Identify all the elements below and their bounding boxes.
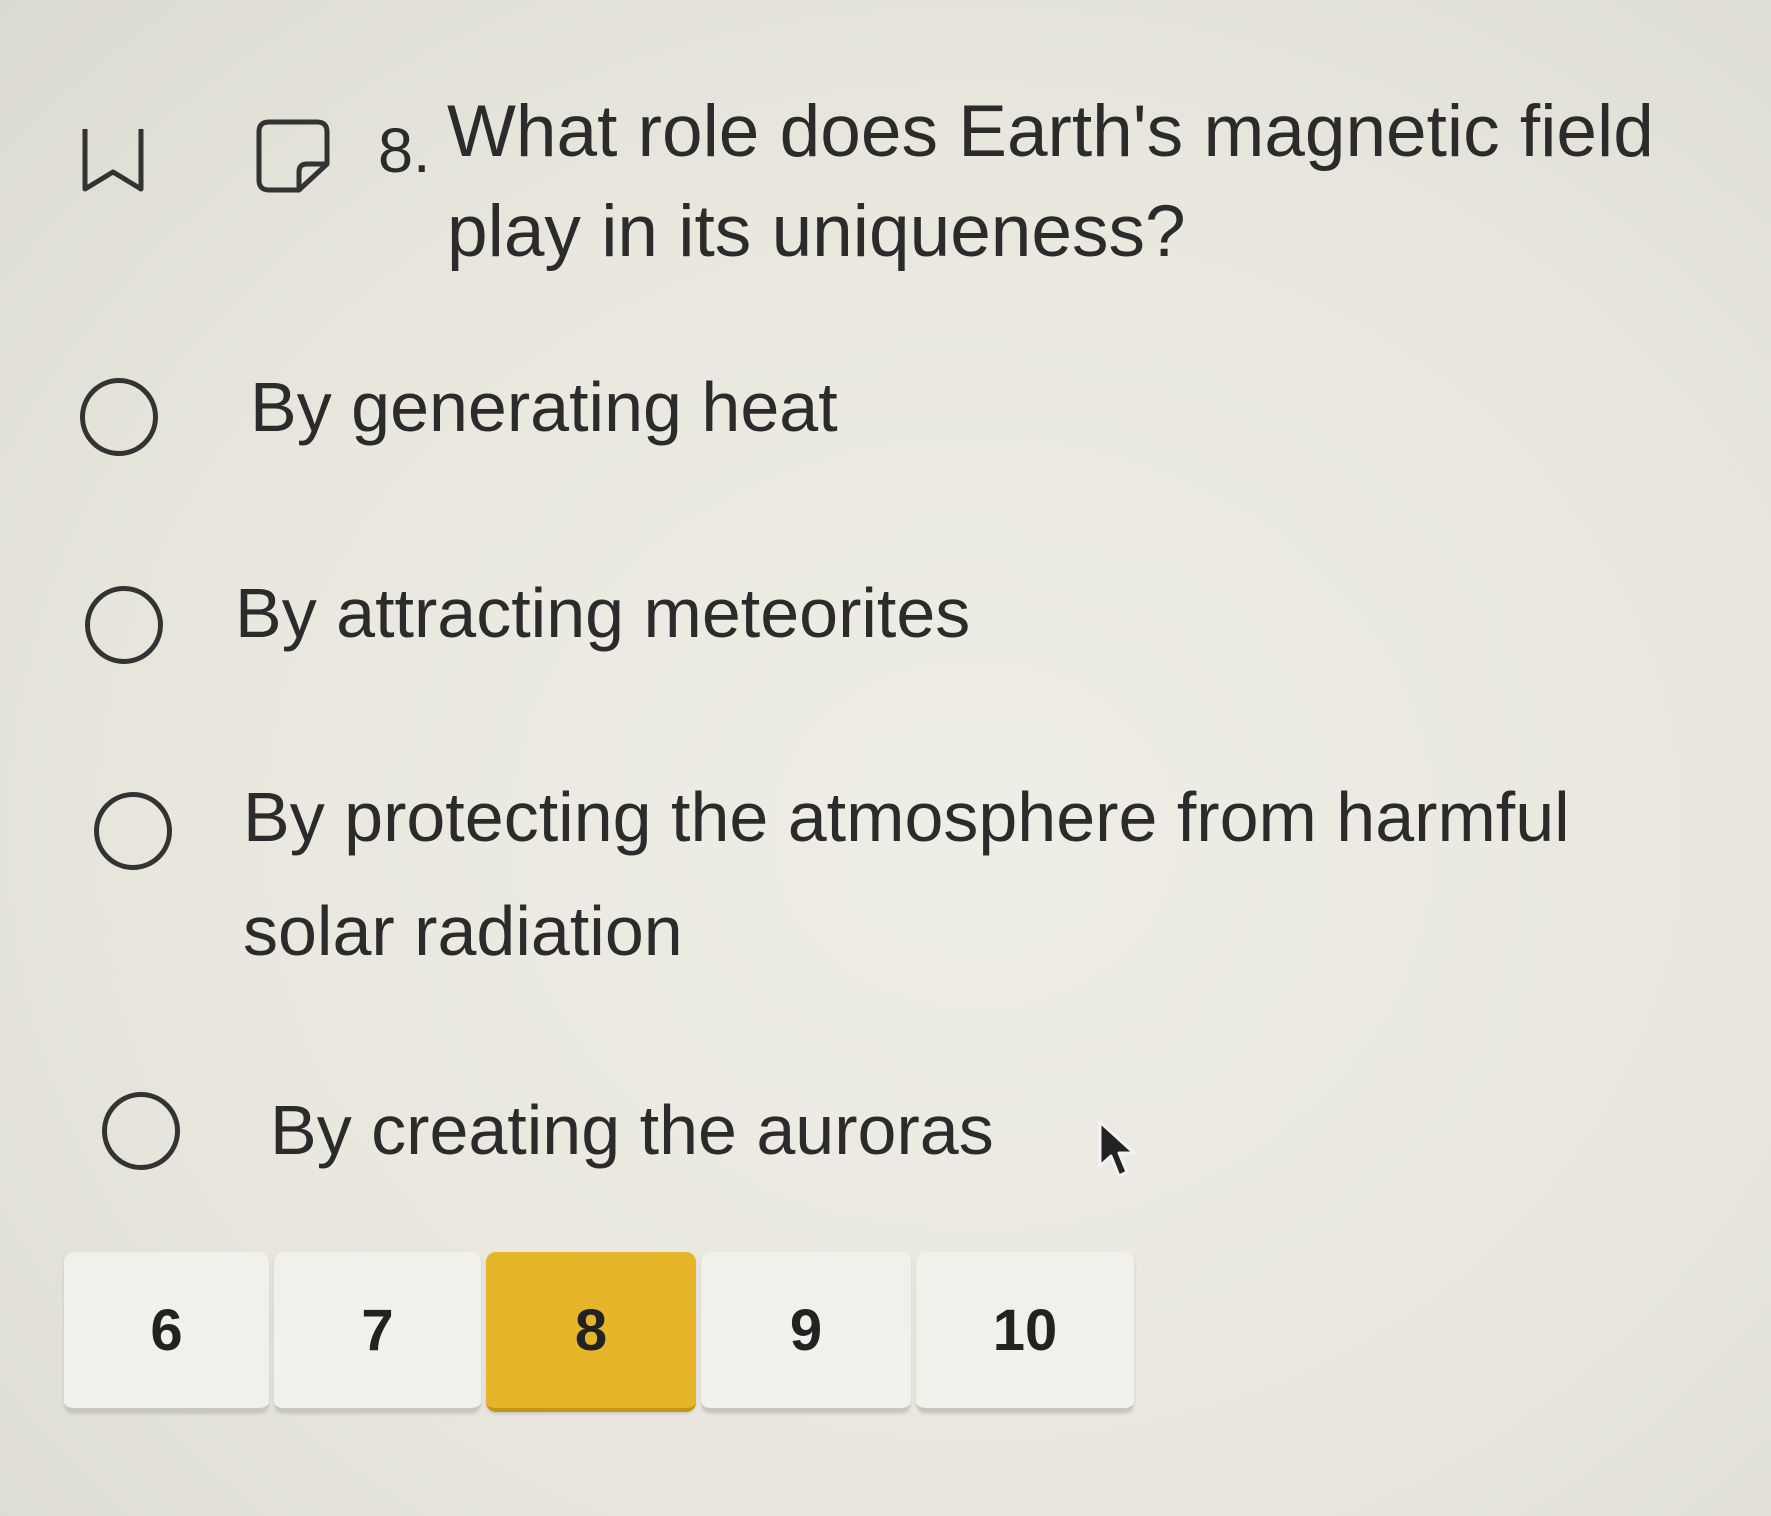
option-1-radio[interactable]: [80, 378, 158, 456]
option-4-radio[interactable]: [102, 1092, 180, 1170]
option-4-label: By creating the auroras: [270, 1091, 994, 1169]
option-2-radio[interactable]: [85, 586, 163, 664]
page-button-9[interactable]: 9: [701, 1252, 911, 1412]
option-2-label: By attracting meteorites: [235, 574, 971, 652]
page-button-7[interactable]: 7: [274, 1252, 481, 1412]
page-button-8[interactable]: 8: [486, 1252, 696, 1412]
mouse-pointer-icon: [1098, 1120, 1136, 1178]
page-button-10[interactable]: 10: [916, 1252, 1134, 1412]
option-3-label: By protecting the atmosphere from harmfu…: [243, 778, 1570, 970]
option-1-label: By generating heat: [250, 368, 838, 446]
page-button-6[interactable]: 6: [64, 1252, 269, 1412]
option-3-radio[interactable]: [94, 792, 172, 870]
